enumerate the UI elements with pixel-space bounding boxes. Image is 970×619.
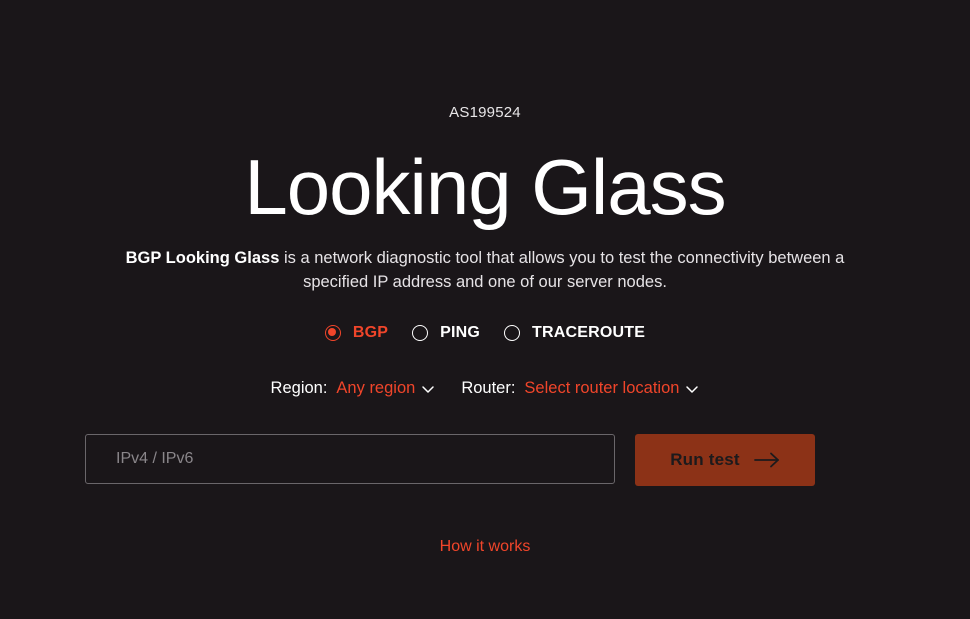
asn-label: AS199524 (449, 104, 521, 121)
region-dropdown[interactable]: Any region (336, 379, 435, 398)
router-value: Select router location (524, 379, 680, 397)
arrow-right-icon (753, 452, 779, 468)
run-test-button[interactable]: Run test (635, 434, 815, 486)
chevron-down-icon (422, 385, 435, 393)
how-it-works-link[interactable]: How it works (440, 538, 531, 555)
mode-radio-group: BGP PING TRACEROUTE (0, 324, 970, 342)
radio-unchecked-icon (504, 325, 521, 341)
region-label: Region: (270, 379, 328, 397)
run-test-label: Run test (670, 450, 740, 469)
how-it-works-container: How it works (0, 538, 970, 556)
mode-ping-label: PING (440, 324, 481, 341)
description-line1: is a network diagnostic tool that allows… (279, 249, 845, 267)
mode-bgp-radio[interactable]: BGP (324, 324, 389, 342)
region-value: Any region (336, 379, 416, 397)
location-selectors: Region: Any region Router: Select router… (0, 379, 970, 398)
page-description: BGP Looking Glass is a network diagnosti… (85, 246, 885, 294)
mode-ping-radio[interactable]: PING (412, 324, 480, 342)
mode-traceroute-radio[interactable]: TRACEROUTE (504, 324, 645, 342)
router-selector: Router: Select router location (461, 379, 699, 398)
router-dropdown[interactable]: Select router location (524, 379, 699, 398)
radio-checked-icon (324, 325, 341, 341)
region-selector: Region: Any region (271, 379, 436, 398)
page-title: Looking Glass (244, 143, 726, 231)
mode-bgp-label: BGP (352, 324, 389, 341)
description-line2: specified IP address and one of our serv… (303, 273, 667, 291)
radio-unchecked-icon (412, 325, 429, 341)
description-bold: BGP Looking Glass (125, 249, 280, 267)
router-label: Router: (461, 379, 516, 397)
chevron-down-icon (686, 385, 699, 393)
ip-address-input[interactable] (85, 434, 615, 484)
mode-traceroute-label: TRACEROUTE (532, 324, 646, 341)
